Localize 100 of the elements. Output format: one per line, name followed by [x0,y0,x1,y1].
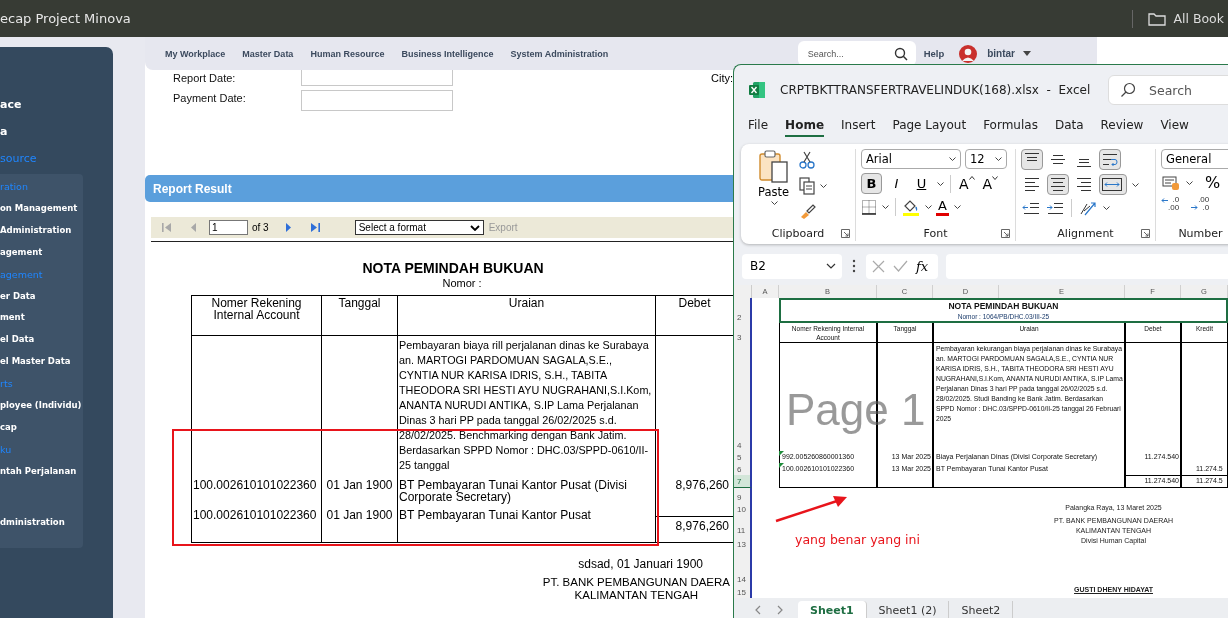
bookmarks-label[interactable]: All Book [1173,11,1224,26]
sidebar-item[interactable]: agement [0,241,83,264]
ribbon-tab[interactable]: Data [1054,115,1084,135]
top-align-icon[interactable] [1021,149,1043,170]
ribbon-tab[interactable]: Formulas [983,115,1038,135]
sidebar-item[interactable]: on Management [0,197,83,220]
row-header[interactable]: 3 [734,323,752,343]
chevron-right-icon[interactable] [776,605,784,615]
sidebar-item[interactable]: ace [0,91,113,118]
decrease-font-size-button[interactable]: A [980,175,1001,192]
company-name: PT. BANK PEMBANGUNAN DAERA [542,575,730,589]
ribbon-tab[interactable]: Review [1100,115,1144,135]
nav-menu-item[interactable]: Business Intelligence [401,48,494,59]
group-label: Alignment [1057,226,1114,240]
row-header[interactable]: 15 [734,585,752,598]
row-header[interactable]: 14 [734,550,752,585]
user-name[interactable]: bintar [987,48,1015,59]
row-header[interactable]: 6 [734,463,752,475]
font-name-dropdown[interactable]: Arial [861,149,961,169]
search-icon [1120,82,1136,98]
dialog-launcher-icon[interactable] [1001,229,1010,238]
decrease-decimal-button[interactable]: .00 .0 [1191,196,1210,212]
date-field[interactable] [301,90,453,111]
last-page-icon[interactable] [309,222,321,233]
nav-menu-item[interactable]: Master Data [242,48,294,59]
italic-button[interactable]: I [886,173,907,194]
sidebar-item[interactable]: dministration [0,511,83,534]
sidebar-item[interactable]: ployee (Individu) [0,395,83,417]
ribbon-tab[interactable]: File [748,115,769,135]
align-center-icon[interactable] [1047,174,1069,195]
sidebar-item[interactable]: el Data [0,329,83,352]
page-count: of 3 [252,222,269,233]
tab-title[interactable]: ecap Project Minova [0,11,131,26]
search-field[interactable]: Search [1108,75,1228,105]
currency-format-icon[interactable] [1161,173,1181,192]
nav-menu-item[interactable]: System Administration [510,48,609,59]
fill-color-icon [902,198,920,216]
insert-function-button[interactable]: fx [916,258,929,274]
row-header[interactable]: 10 [734,503,752,515]
row-header[interactable]: 2 [734,298,752,323]
chevron-left-icon[interactable] [754,605,762,615]
nav-menu-item[interactable]: My Workplace [165,48,226,59]
table-cell: Pembayaran biaya rill perjalanan dinas ke Surabaya an. MARTOGI PARDOMUAN SAGALA,S.E., CYNTIA NUR KARISA IDRIS, S.H., TABITA THEODORA SRI HESTI AYU NUGRAHANI,S.I.Kom, ANANTA NURUDI ANTIKA, S.IP Lama Perjalanan Dinas 3 hari PP pada tanggal 26/02/2025 s.d. 28/02/2025. Benchmarking dengan Bank Jatim. Berdasarkan SPPD Nomor : DHC.03/SPPD-0610/II-25 tanggal [398,336,656,473]
search-field[interactable]: Search... [797,41,916,66]
caret-icon [953,205,961,209]
more-options-icon[interactable] [852,259,856,273]
help-link[interactable]: Help [923,48,945,59]
group-label: Number [1178,226,1223,240]
decrease-indent-icon[interactable] [1021,200,1041,216]
name-box[interactable]: B2 [742,253,842,279]
dialog-launcher-icon[interactable] [1141,229,1150,238]
date-field[interactable] [301,70,453,86]
percent-style-button[interactable]: % [1205,173,1221,192]
check-icon[interactable] [893,260,908,272]
column-header: Tanggal [322,296,398,336]
dialog-launcher-icon[interactable] [841,229,850,238]
report-subtitle: Nomor : [441,277,483,289]
number-format-dropdown[interactable]: General [1161,149,1228,169]
nav-menu-item[interactable]: Human Resource [310,48,385,59]
sidebar-item[interactable]: Administration [0,219,83,242]
report-title: NOTA PEMINDAH BUKUAN [361,260,545,276]
sidebar-item[interactable]: er Data [0,285,83,308]
page-number-field[interactable]: 1 [209,220,248,235]
ribbon-tab[interactable]: Home [785,115,825,137]
sidebar-item[interactable]: el Master Data [0,351,83,374]
row-header[interactable]: 9 [734,488,752,503]
row-header[interactable]: 5 [734,451,752,463]
increase-indent-icon[interactable] [1045,200,1065,216]
sidebar-item[interactable]: ntah Perjalanan [0,460,83,483]
underline-button[interactable]: U [911,173,932,194]
spreadsheet-app-icon [748,81,766,99]
merge-cells-icon[interactable] [1099,174,1127,195]
caret-down-icon[interactable] [1023,51,1031,56]
ribbon-tab[interactable]: Page Layout [892,115,967,135]
row-header[interactable]: 4 [734,343,752,451]
ribbon-tab[interactable]: View [1160,115,1189,135]
font-color-button[interactable]: A [936,198,949,216]
caret-up-icon [968,175,975,180]
row-header[interactable]: 11 [734,515,752,536]
text-orientation-icon[interactable] [1078,199,1098,217]
ribbon-tab[interactable]: Insert [841,115,876,135]
row-header[interactable]: 13 [734,536,752,550]
font-size-dropdown[interactable]: 12 [965,149,1007,169]
sidebar-item[interactable]: ment [0,307,83,330]
sidebar-item[interactable]: a [0,118,113,145]
increase-font-size-button[interactable]: A [957,175,977,192]
increase-decimal-button[interactable]: .0 .00 [1161,196,1180,212]
row-header[interactable]: 7 [734,475,752,488]
sheet-tab[interactable]: Sheet1 [798,601,867,618]
report-result-header: Report Result [145,175,733,202]
caret-down-icon [992,175,999,180]
wrap-text-icon[interactable] [1099,149,1121,170]
sheet-tab[interactable]: Sheet2 [949,601,1014,618]
bold-button[interactable]: B [861,173,882,194]
sheet-tab[interactable]: Sheet1 (2) [866,601,950,618]
sidebar-item[interactable]: cap [0,416,83,439]
caret-icon [949,157,956,161]
paste-label[interactable]: Paste [758,185,790,199]
caret-down-icon [469,224,480,231]
format-dropdown[interactable]: Select a format [354,220,484,235]
